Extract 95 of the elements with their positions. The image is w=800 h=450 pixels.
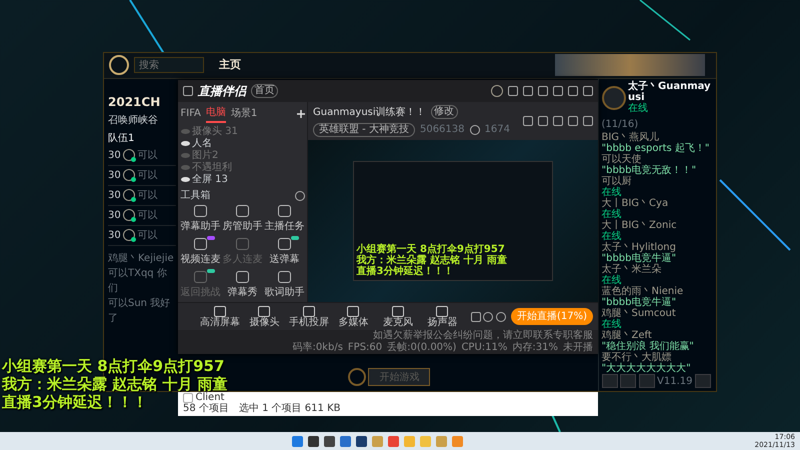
- edit-button[interactable]: 修改: [430, 105, 458, 119]
- tool-button[interactable]: 房管助手: [222, 203, 262, 236]
- scene-tab[interactable]: FIFA: [180, 106, 201, 122]
- stat-text: 未开播: [563, 342, 593, 354]
- overlay-caption: 小组赛第一天 8点打伞9点打957: [356, 244, 505, 256]
- friend-name[interactable]: 要不行丶大肌嫖: [602, 352, 714, 362]
- tool-button[interactable]: 送弹幕: [264, 236, 304, 269]
- friend-status: "bbbb电竞牛逼": [602, 252, 678, 264]
- home-button[interactable]: 首页: [251, 84, 278, 98]
- player-avatar: [123, 149, 136, 161]
- stat-text: 码率:0kb/s: [292, 342, 343, 354]
- friends-count: (11/16): [602, 118, 638, 132]
- search-field[interactable]: 搜索: [134, 57, 204, 74]
- profile-status: 在线: [628, 103, 649, 114]
- media-button[interactable]: 扬声器: [421, 306, 464, 328]
- friend-name[interactable]: 大丨BIG丶Cya: [602, 198, 714, 208]
- player-name: 可以: [138, 148, 158, 162]
- friend-status: "大大大大大大大大": [602, 362, 692, 374]
- friend-status: 在线: [602, 208, 622, 220]
- media-button[interactable]: 摄像头: [243, 306, 286, 328]
- scene-tab[interactable]: 场景1: [230, 106, 258, 122]
- player-avatar: [123, 169, 136, 181]
- player-rank: 30: [108, 188, 121, 202]
- status-text: 选中 1 个项目 611 KB: [238, 403, 340, 414]
- friend-status: 在线: [602, 230, 622, 242]
- media-button[interactable]: 麦克风: [376, 306, 419, 328]
- nav-link[interactable]: 主页: [219, 57, 241, 74]
- overlay-caption: 我方：米兰朵露 赵志铭 十月 雨童: [2, 375, 228, 393]
- friend-name[interactable]: 鸡腿丶Zeft: [602, 330, 714, 340]
- stat-text: FPS:60: [348, 342, 382, 354]
- tool-button[interactable]: 弹幕秀: [222, 269, 262, 302]
- overlay-caption: 直播3分钟延迟！！！: [2, 393, 148, 411]
- media-button[interactable]: 手机投屏: [288, 306, 330, 328]
- friend-name[interactable]: 太子丶米兰朵: [602, 264, 714, 274]
- category-tag[interactable]: 英雄联盟 - 大神竞技: [313, 122, 415, 136]
- user-avatar[interactable]: [491, 85, 503, 97]
- toolbox-title: 工具箱: [180, 189, 210, 203]
- player-avatar: [123, 229, 136, 241]
- stat-text: 丢帧:0(0.00%): [387, 342, 456, 354]
- overlay-caption: 直播3分钟延迟！！！: [356, 266, 454, 278]
- friend-name[interactable]: BIG丶燕风儿: [602, 132, 714, 142]
- player-avatar: [123, 189, 136, 201]
- friend-status: "bbbb电竞无敌！！": [602, 164, 698, 176]
- version-label: V11.19: [657, 374, 692, 388]
- profile-avatar: [602, 86, 626, 110]
- friend-status: "bbbb esports 起飞！": [602, 142, 711, 154]
- chat-line: 可以Sun 我好了: [108, 296, 172, 326]
- friend-name[interactable]: 蓝色的雨丶Nienie: [602, 286, 714, 296]
- player-avatar: [123, 209, 136, 221]
- media-button[interactable]: 多媒体: [332, 306, 374, 328]
- tool-button[interactable]: 歌词助手: [264, 269, 304, 302]
- map-name: 召唤师峡谷: [108, 114, 159, 128]
- friend-name[interactable]: 大丨BIG丶Zonic: [602, 220, 714, 230]
- overlay-caption: 我方：米兰朵露 赵志铭 十月 雨童: [356, 255, 508, 266]
- overlay-caption: 小组赛第一天 8点打伞9点打957: [2, 357, 224, 375]
- friend-name[interactable]: 鸡腿丶Sumcout: [602, 308, 714, 318]
- friend-status: 在线: [602, 274, 622, 286]
- scene-tab[interactable]: 电脑: [206, 104, 226, 122]
- stat-text: 内存:31%: [512, 342, 558, 354]
- player-name: 可以: [138, 168, 158, 182]
- friend-status: 在线: [602, 186, 622, 198]
- status-text: 58 个项目: [183, 403, 229, 414]
- add-icon[interactable]: [296, 110, 304, 118]
- friend-name[interactable]: 可以天使: [602, 154, 714, 164]
- friend-name[interactable]: 太子丶Hylitlong: [602, 242, 714, 252]
- friend-status: "bbbb电竞牛逼": [602, 296, 678, 308]
- media-button[interactable]: 高清屏幕: [198, 306, 241, 328]
- source-item[interactable]: 人名: [192, 136, 212, 150]
- profile-name: 太子丶Guanmayusi: [628, 81, 712, 103]
- chat-line: 可以TXqq 你们: [108, 266, 168, 296]
- chat-line: 鸡腿丶Kejiejie: [108, 252, 175, 266]
- room-id: 5066138: [420, 123, 465, 137]
- file-name: Client: [196, 392, 224, 403]
- player-rank: 30: [108, 168, 121, 182]
- player-rank: 30: [108, 148, 121, 162]
- friend-status: "稳住别浪 我们能赢": [602, 340, 695, 352]
- logo-icon: [109, 55, 129, 76]
- source-item[interactable]: 全屏 13: [192, 172, 228, 186]
- friend-status: 在线: [602, 318, 622, 330]
- player-name: 可以: [138, 208, 158, 222]
- room-title: Guanmayusi训练赛！！: [313, 106, 426, 120]
- popularity-count: 1674: [484, 123, 510, 137]
- notice-text: 如遇欠薪举报公会纠纷问题，请立即联系专职客服: [373, 330, 593, 342]
- stat-text: CPU:11%: [461, 342, 508, 354]
- app-title: 直播伴侣: [198, 83, 246, 100]
- lobby-title: 2021CH: [108, 94, 162, 110]
- player-name: 可以: [138, 228, 158, 242]
- tool-button[interactable]: 视频连麦: [180, 236, 220, 269]
- player-rank: 30: [108, 208, 121, 222]
- player-rank: 30: [108, 228, 121, 242]
- tool-button[interactable]: 主播任务: [264, 203, 304, 236]
- player-name: 可以: [138, 188, 158, 202]
- tool-button[interactable]: 弹幕助手: [180, 203, 220, 236]
- friend-name[interactable]: 可以厨: [602, 176, 714, 186]
- team-label: 队伍1: [108, 132, 136, 146]
